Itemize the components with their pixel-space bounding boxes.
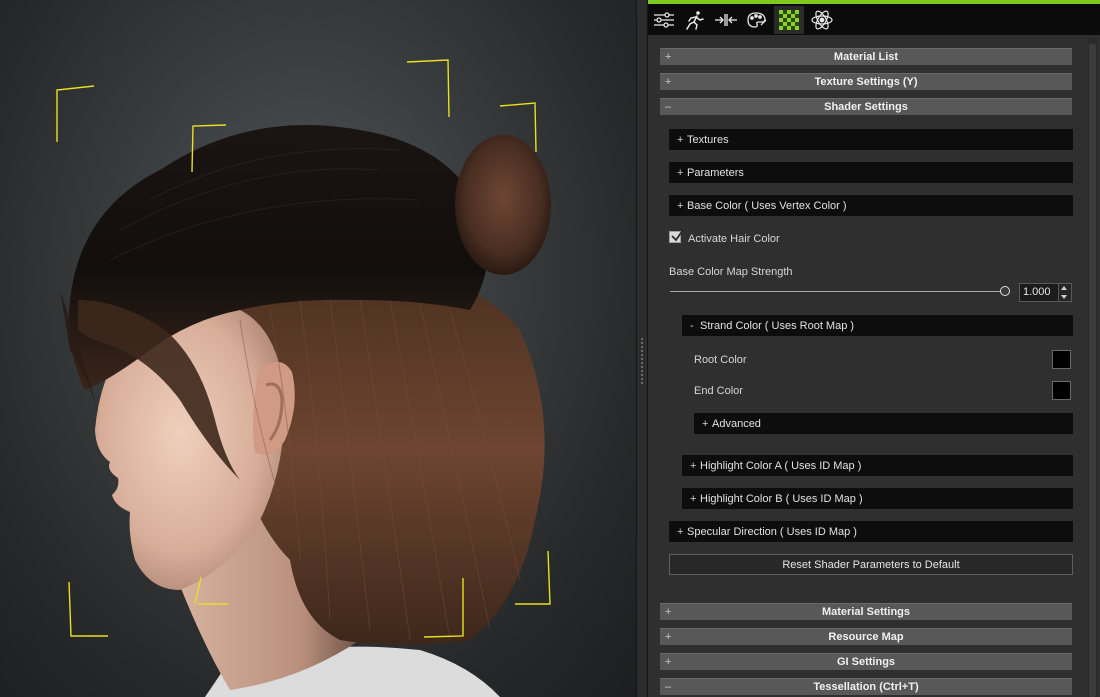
section-title: Material Settings — [821, 606, 911, 618]
tab-attribute[interactable] — [649, 6, 679, 34]
section-title: GI Settings — [836, 656, 896, 668]
subsection-highlight-color-b[interactable]: + Highlight Color B ( Uses ID Map ) — [682, 488, 1073, 509]
collapse-toggle: – — [665, 681, 672, 693]
expand-toggle: + — [677, 525, 684, 538]
atom-physics-icon — [811, 10, 833, 30]
expand-toggle: + — [665, 51, 672, 63]
splitter-grip[interactable] — [641, 338, 643, 386]
section-title: Resource Map — [828, 631, 904, 643]
checker-material-icon — [779, 10, 799, 30]
tab-appearance[interactable] — [742, 6, 772, 34]
subsection-title: Highlight Color A ( Uses ID Map ) — [700, 459, 862, 472]
section-material-list[interactable]: + Material List — [660, 48, 1072, 65]
strength-slider-track[interactable] — [670, 291, 1006, 292]
tab-motion[interactable] — [680, 6, 710, 34]
activate-hair-color-label: Activate Hair Color — [688, 233, 780, 245]
panel-toolbar — [648, 4, 1100, 35]
section-tessellation[interactable]: – Tessellation (Ctrl+T) — [660, 678, 1072, 695]
subsection-title: Strand Color ( Uses Root Map ) — [700, 319, 855, 332]
base-color-map-strength-label: Base Color Map Strength — [669, 266, 793, 278]
section-texture-settings[interactable]: + Texture Settings (Y) — [660, 73, 1072, 90]
collapse-toggle: - — [690, 319, 694, 332]
spin-up-icon[interactable] — [1061, 286, 1067, 290]
palette-icon — [747, 12, 767, 28]
section-title: Shader Settings — [824, 101, 908, 113]
end-color-label: End Color — [694, 385, 743, 397]
subsection-textures[interactable]: + Textures — [669, 129, 1073, 150]
expand-toggle: + — [702, 417, 709, 430]
running-figure-icon — [686, 11, 704, 30]
spin-down-icon[interactable] — [1061, 295, 1067, 299]
section-gi-settings[interactable]: + GI Settings — [660, 653, 1072, 670]
hair-bun-shape — [455, 135, 551, 275]
subsection-title: Parameters — [687, 166, 744, 179]
subsection-title: Highlight Color B ( Uses ID Map ) — [700, 492, 863, 505]
modify-panel: + Material List + Texture Settings (Y) –… — [648, 0, 1100, 697]
expand-toggle: + — [665, 656, 672, 668]
end-color-swatch[interactable] — [1052, 381, 1071, 400]
expand-toggle: + — [690, 492, 697, 505]
subsection-strand-color[interactable]: - Strand Color ( Uses Root Map ) — [682, 315, 1073, 336]
section-title: Tessellation (Ctrl+T) — [813, 681, 919, 693]
tab-physics[interactable] — [807, 6, 837, 34]
expand-toggle: + — [665, 606, 672, 618]
expand-toggle: + — [665, 631, 672, 643]
panel-splitter[interactable] — [636, 0, 648, 697]
section-title: Material List — [833, 51, 899, 63]
expand-toggle: + — [690, 459, 697, 472]
subsection-title: Specular Direction ( Uses ID Map ) — [687, 525, 857, 538]
section-shader-settings[interactable]: – Shader Settings — [660, 98, 1072, 115]
collapse-toggle: – — [665, 101, 672, 113]
expand-toggle: + — [677, 166, 684, 179]
subsection-specular-direction[interactable]: + Specular Direction ( Uses ID Map ) — [669, 521, 1073, 542]
viewport-render — [56, 59, 551, 697]
panel-scrollbar-thumb[interactable] — [1089, 44, 1096, 697]
strength-spinner[interactable] — [1059, 283, 1072, 302]
subsection-title: Base Color ( Uses Vertex Color ) — [687, 199, 847, 212]
strength-slider-thumb[interactable] — [1000, 286, 1010, 296]
subsection-highlight-color-a[interactable]: + Highlight Color A ( Uses ID Map ) — [682, 455, 1073, 476]
section-material-settings[interactable]: + Material Settings — [660, 603, 1072, 620]
checkmark-icon — [671, 229, 684, 242]
expand-toggle: + — [665, 76, 672, 88]
3d-viewport[interactable] — [0, 0, 636, 697]
strength-number-input[interactable]: 1.000 — [1019, 283, 1059, 302]
subsection-title: Textures — [687, 133, 729, 146]
tab-material[interactable] — [774, 6, 804, 34]
morph-arrows-icon — [715, 14, 737, 26]
expand-toggle: + — [677, 199, 684, 212]
reset-shader-parameters-button[interactable]: Reset Shader Parameters to Default — [669, 554, 1073, 575]
subsection-base-color[interactable]: + Base Color ( Uses Vertex Color ) — [669, 195, 1073, 216]
activate-hair-color-checkbox[interactable] — [669, 229, 684, 243]
subsection-advanced[interactable]: + Advanced — [694, 413, 1073, 434]
sliders-icon — [654, 12, 674, 28]
subsection-title: Advanced — [712, 417, 761, 430]
section-title: Texture Settings (Y) — [814, 76, 918, 88]
section-resource-map[interactable]: + Resource Map — [660, 628, 1072, 645]
root-color-label: Root Color — [694, 354, 747, 366]
subsection-parameters[interactable]: + Parameters — [669, 162, 1073, 183]
expand-toggle: + — [677, 133, 684, 146]
root-color-swatch[interactable] — [1052, 350, 1071, 369]
tab-morph[interactable] — [711, 6, 741, 34]
